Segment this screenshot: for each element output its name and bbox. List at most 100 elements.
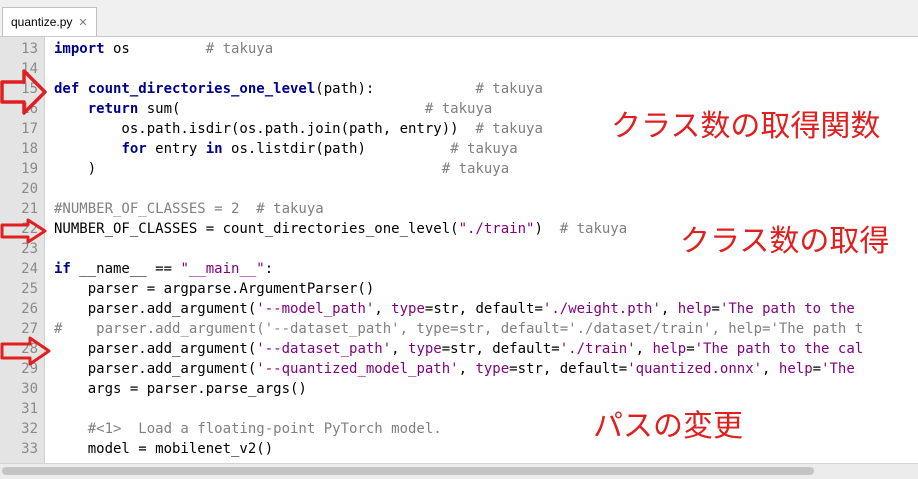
line-number: 32	[21, 421, 38, 437]
red-arrow-icon	[0, 69, 47, 115]
close-icon[interactable]: ✕	[78, 16, 87, 29]
code-token: # takuya	[441, 161, 510, 177]
tab-label: quantize.py	[11, 15, 73, 29]
line-number: 30	[21, 381, 38, 397]
code-token: # takuya	[450, 141, 518, 157]
code-token: ,	[374, 301, 392, 317]
code-line[interactable]: os.path.isdir(os.path.join(path, entry))…	[54, 119, 542, 139]
code-line[interactable]: return sum( # takuya	[54, 99, 493, 119]
code-token: NUMBER_OF_CLASSES = count_directories_on…	[54, 221, 459, 237]
code-token: "./train"	[458, 221, 535, 237]
code-token: :	[264, 261, 274, 277]
red-arrow-icon	[0, 218, 47, 244]
code-line[interactable]: parser.add_argument('--dataset_path', ty…	[54, 339, 864, 359]
code-token: def	[54, 81, 88, 97]
code-token: help	[778, 361, 813, 377]
code-token: ,	[660, 301, 678, 317]
code-token: ,	[635, 341, 653, 357]
line-number: 31	[21, 401, 38, 417]
code-token: parser = argparse.ArgumentParser()	[54, 281, 375, 297]
code-token: entry	[146, 141, 206, 157]
code-token: os	[104, 41, 206, 57]
code-token: type	[408, 341, 442, 357]
code-token: type	[475, 361, 510, 377]
code-token: =	[686, 341, 695, 357]
red-arrow-icon	[0, 336, 51, 366]
code-token: (path):	[315, 81, 476, 97]
code-token: #<1> Load a floating-point PyTorch model…	[54, 421, 442, 437]
code-line[interactable]: ) # takuya	[54, 159, 509, 179]
code-token: for	[121, 141, 147, 157]
code-token: =str, default=	[424, 301, 543, 317]
code-line[interactable]: parser.add_argument('--model_path', type…	[54, 299, 855, 319]
code-token: count_directories_one_level	[87, 81, 316, 97]
code-line[interactable]: parser = argparse.ArgumentParser()	[54, 279, 375, 299]
code-token: 'The path to the	[719, 301, 855, 317]
code-token: =	[812, 361, 822, 377]
code-line[interactable]: model = mobilenet_v2()	[54, 439, 273, 459]
code-line[interactable]: args = parser.parse_args()	[54, 379, 307, 399]
code-token: ,	[391, 341, 409, 357]
code-token: help	[652, 341, 687, 357]
code-token: =str, default=	[509, 361, 628, 377]
code-token: parser.add_argument(	[54, 341, 257, 357]
code-token: '--model_path'	[256, 301, 375, 317]
code-token: )	[54, 161, 442, 177]
code-token: args = parser.parse_args()	[54, 381, 307, 397]
annotation-path-change: パスの変更	[593, 409, 743, 444]
code-line[interactable]: #<1> Load a floating-point PyTorch model…	[54, 419, 442, 439]
code-token: # takuya	[205, 41, 274, 57]
code-token: parser.add_argument(	[54, 361, 257, 377]
code-token: os.path.isdir(os.path.join(path, entry))	[54, 121, 476, 137]
code-token: # takuya	[424, 101, 493, 117]
code-line[interactable]: for entry in os.listdir(path) # takuya	[54, 139, 518, 159]
scrollbar-thumb[interactable]	[2, 467, 814, 475]
code-line[interactable]: # parser.add_argument('--dataset_path', …	[54, 319, 863, 339]
annotation-class-count-function: クラス数の取得関数	[611, 109, 881, 144]
line-number: 13	[21, 41, 38, 57]
code-token: )	[534, 221, 560, 237]
code-token: sum(	[138, 101, 425, 117]
code-token: "__main__"	[180, 261, 265, 277]
line-number: 33	[21, 441, 38, 457]
code-token: ,	[762, 361, 779, 377]
code-token: # takuya	[475, 81, 543, 97]
code-token: help	[677, 301, 712, 317]
line-number: 18	[21, 141, 38, 157]
code-token: parser.add_argument(	[54, 301, 257, 317]
code-token: # parser.add_argument('--dataset_path', …	[54, 321, 864, 337]
line-number: 24	[21, 261, 38, 277]
line-number: 26	[21, 301, 38, 317]
code-line[interactable]: NUMBER_OF_CLASSES = count_directories_on…	[54, 219, 627, 239]
code-token: import	[54, 41, 105, 57]
code-token: =str, default=	[441, 341, 560, 357]
code-line[interactable]: if __name__ == "__main__":	[54, 259, 273, 279]
code-token: 'The path to the cal	[694, 341, 864, 357]
line-number: 21	[21, 201, 38, 217]
code-token: if	[54, 261, 71, 277]
line-number: 17	[21, 121, 38, 137]
code-line[interactable]: parser.add_argument('--quantized_model_p…	[54, 359, 855, 379]
code-token: 'quantized.onnx'	[627, 361, 763, 377]
annotation-class-count-get: クラス数の取得	[680, 224, 890, 259]
code-token: in	[205, 141, 223, 157]
line-number: 19	[21, 161, 38, 177]
tab-bar: quantize.py ✕	[0, 0, 918, 37]
tab-quantize-py[interactable]: quantize.py ✕	[2, 7, 97, 36]
code-line[interactable]: def count_directories_one_level(path): #…	[54, 79, 543, 99]
code-token: '--dataset_path'	[256, 341, 392, 357]
code-token: ,	[458, 361, 476, 377]
code-token: 'The	[821, 361, 855, 377]
code-token: return	[87, 101, 139, 117]
horizontal-scrollbar[interactable]	[0, 463, 918, 479]
code-token: #NUMBER_OF_CLASSES = 2 # takuya	[54, 201, 324, 217]
code-line[interactable]: import os # takuya	[54, 39, 273, 59]
code-token: './train'	[559, 341, 636, 357]
code-line[interactable]: #NUMBER_OF_CLASSES = 2 # takuya	[54, 199, 324, 219]
code-token: __name__ ==	[70, 261, 181, 277]
code-token: =	[711, 301, 720, 317]
code-token: # takuya	[559, 221, 628, 237]
code-token: type	[391, 301, 425, 317]
